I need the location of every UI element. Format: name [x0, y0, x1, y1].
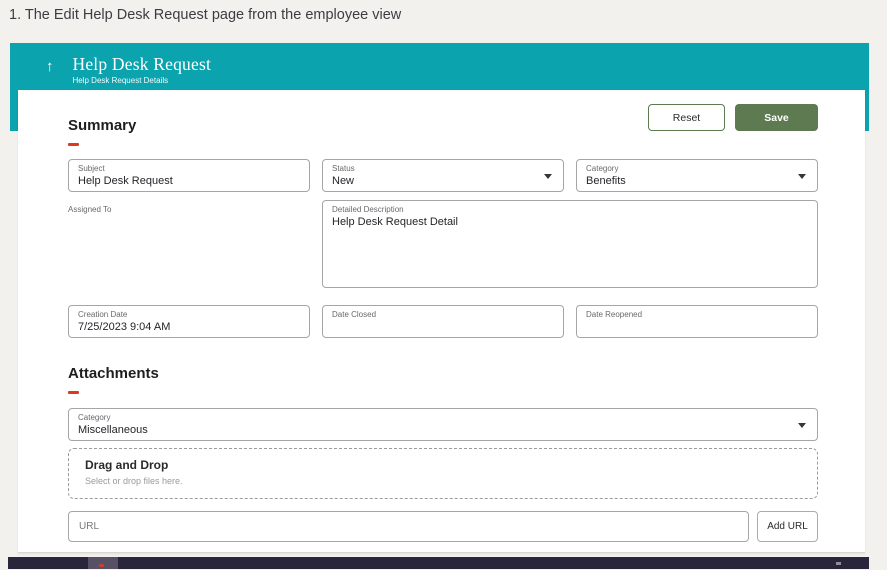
chevron-down-icon[interactable] [798, 173, 806, 179]
date-closed-field[interactable]: Date Closed [322, 305, 564, 338]
file-dropzone[interactable]: Drag and Drop Select or drop files here. [68, 448, 818, 499]
attachments-accent-dash [68, 391, 79, 394]
dropzone-subtitle: Select or drop files here. [85, 476, 183, 486]
chevron-down-icon[interactable] [798, 422, 806, 428]
creation-date-value: 7/25/2023 9:04 AM [78, 321, 171, 333]
taskbar-strip [8, 557, 869, 569]
summary-heading: Summary [68, 117, 137, 134]
subject-field[interactable]: Subject Help Desk Request [68, 159, 310, 192]
status-select[interactable]: Status New [322, 159, 564, 192]
banner-title-block: Help Desk Request Help Desk Request Deta… [73, 54, 212, 85]
dropzone-title: Drag and Drop [85, 458, 169, 472]
date-closed-value [332, 320, 554, 334]
date-reopened-value [586, 320, 808, 334]
summary-accent-dash [68, 143, 79, 146]
category-value: Benefits [586, 175, 626, 187]
add-url-button[interactable]: Add URL [757, 511, 818, 542]
creation-date-field[interactable]: Creation Date 7/25/2023 9:04 AM [68, 305, 310, 338]
date-closed-label: Date Closed [332, 310, 377, 319]
attachment-category-select[interactable]: Category Miscellaneous [68, 408, 818, 441]
date-reopened-label: Date Reopened [586, 310, 643, 319]
chevron-down-icon[interactable] [544, 173, 552, 179]
subject-value: Help Desk Request [78, 175, 173, 187]
detailed-description-textarea[interactable]: Detailed Description Help Desk Request D… [322, 200, 818, 288]
summary-heading-block: Summary [68, 104, 136, 146]
status-label: Status [332, 164, 355, 173]
page-title: Help Desk Request [72, 54, 212, 74]
taskbar-right-mark [836, 562, 841, 565]
taskbar-item[interactable] [88, 557, 118, 569]
reset-button[interactable]: Reset [648, 104, 725, 131]
creation-date-label: Creation Date [78, 310, 128, 319]
page-subtitle: Help Desk Request Details [72, 76, 169, 85]
status-value: New [332, 175, 355, 187]
attachment-category-value: Miscellaneous [78, 424, 148, 436]
back-arrow-icon[interactable]: ↑ [46, 57, 54, 77]
category-label: Category [586, 164, 619, 173]
date-reopened-field[interactable]: Date Reopened [576, 305, 818, 338]
attachment-category-label: Category [78, 413, 111, 422]
subject-label: Subject [78, 164, 105, 173]
detailed-description-label: Detailed Description [332, 205, 404, 214]
page-caption: 1. The Edit Help Desk Request page from … [9, 7, 402, 23]
attachments-heading-block: Attachments [68, 365, 818, 394]
taskbar-red-dot-icon [99, 564, 104, 567]
detailed-description-value: Help Desk Request Detail [332, 216, 458, 228]
url-input[interactable] [68, 511, 749, 542]
category-select[interactable]: Category Benefits [576, 159, 818, 192]
assigned-to-label: Assigned To [68, 205, 112, 214]
attachments-heading: Attachments [68, 365, 159, 382]
save-button[interactable]: Save [735, 104, 818, 131]
help-desk-request-form-card: Summary Reset Save Subject Help Desk Req… [18, 90, 865, 553]
